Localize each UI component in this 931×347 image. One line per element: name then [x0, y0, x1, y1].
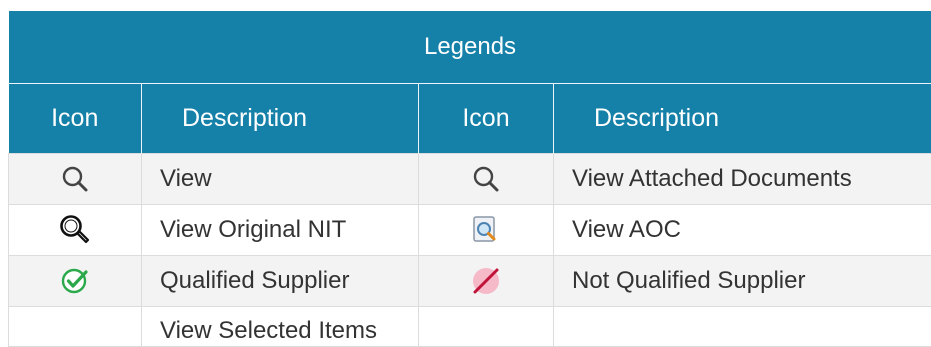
column-header-icon: Icon: [419, 83, 554, 153]
table-row: View Selected Items: [9, 306, 931, 346]
empty-description-cell: [554, 306, 931, 346]
legends-header-row: Icon Description Icon Description: [9, 83, 931, 153]
table-row: Qualified Supplier Not Qualified Supplie…: [9, 255, 931, 306]
legends-title: Legends: [9, 11, 931, 83]
column-header-description: Description: [554, 83, 931, 153]
red-prohibited-icon: [469, 264, 503, 298]
green-check-circle-icon: [60, 266, 90, 296]
not-qualified-icon-cell: [419, 255, 554, 306]
column-header-description: Description: [142, 83, 419, 153]
legend-label-view-original-nit: View Original NIT: [142, 204, 419, 255]
document-magnifier-icon: [471, 215, 501, 245]
legend-label-qualified-supplier: Qualified Supplier: [142, 255, 419, 306]
legend-label-not-qualified-supplier: Not Qualified Supplier: [554, 255, 931, 306]
table-row: View Original NIT View AOC: [9, 204, 931, 255]
view-original-nit-icon-cell: [9, 204, 142, 255]
legend-label-view-attached-documents: View Attached Documents: [554, 153, 931, 204]
view-attached-icon-cell: [419, 153, 554, 204]
magnifier-outline-icon: [58, 213, 92, 247]
legends-table: Legends Icon Description Icon Descriptio…: [8, 11, 931, 347]
legend-label-view-selected-items: View Selected Items: [142, 306, 419, 346]
legend-label-view-aoc: View AOC: [554, 204, 931, 255]
empty-icon-cell: [419, 306, 554, 346]
legends-title-row: Legends: [9, 11, 931, 83]
view-icon-cell: [9, 153, 142, 204]
search-icon: [471, 164, 501, 194]
legend-label-view: View: [142, 153, 419, 204]
view-aoc-icon-cell: [419, 204, 554, 255]
search-icon: [60, 164, 90, 194]
column-header-icon: Icon: [9, 83, 142, 153]
table-row: View View Attached Documents: [9, 153, 931, 204]
view-selected-items-icon-cell: [9, 306, 142, 346]
qualified-icon-cell: [9, 255, 142, 306]
